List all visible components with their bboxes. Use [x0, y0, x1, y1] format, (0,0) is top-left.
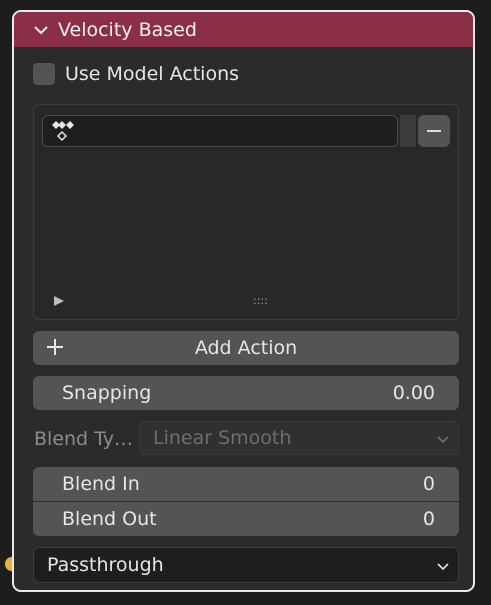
- list-item[interactable]: [42, 115, 398, 147]
- action-diamond-icon: [52, 121, 74, 142]
- blend-out-value: 0: [422, 508, 435, 530]
- chevron-down-icon[interactable]: [32, 21, 50, 39]
- chevron-down-icon: [437, 436, 449, 444]
- blend-in-field[interactable]: Blend In 0: [33, 467, 459, 501]
- list-item-extension: [400, 115, 416, 147]
- add-action-button[interactable]: Add Action: [33, 331, 459, 365]
- velocity-based-node: Velocity Based Use Model Actions :::: Ad…: [12, 10, 475, 592]
- node-header[interactable]: Velocity Based: [14, 12, 473, 47]
- use-model-actions-row[interactable]: Use Model Actions: [33, 63, 459, 85]
- snapping-value: 0.00: [392, 382, 435, 404]
- use-model-actions-checkbox[interactable]: [33, 63, 55, 85]
- blend-in-label: Blend In: [62, 473, 140, 495]
- plus-icon: [47, 339, 63, 355]
- snapping-label: Snapping: [62, 382, 152, 404]
- add-action-label: Add Action: [194, 337, 298, 359]
- blend-out-label: Blend Out: [62, 508, 157, 530]
- blend-type-label: Blend Ty…: [34, 428, 134, 450]
- blend-out-field[interactable]: Blend Out 0: [33, 502, 459, 536]
- chevron-down-icon: [437, 563, 449, 571]
- play-triangle-icon[interactable]: [54, 296, 64, 306]
- resize-grip[interactable]: ::::: [253, 294, 268, 307]
- snapping-field[interactable]: Snapping 0.00: [33, 376, 459, 410]
- remove-action-button[interactable]: [418, 115, 450, 147]
- blend-type-select[interactable]: Linear Smooth: [139, 421, 459, 455]
- action-list[interactable]: ::::: [33, 104, 459, 320]
- blend-in-value: 0: [422, 473, 435, 495]
- minus-icon: [427, 130, 441, 132]
- output-mode-value: Passthrough: [47, 554, 164, 576]
- blend-type-value: Linear Smooth: [153, 427, 292, 449]
- node-title: Velocity Based: [58, 18, 197, 41]
- output-mode-select[interactable]: Passthrough: [33, 547, 459, 583]
- use-model-actions-label: Use Model Actions: [65, 63, 240, 85]
